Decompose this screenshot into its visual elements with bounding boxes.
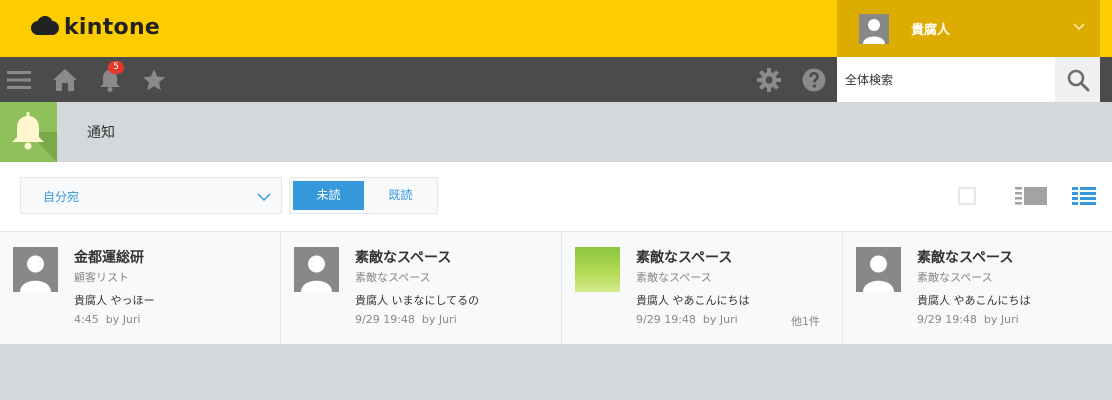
notification-meta: 4:45 by Juri xyxy=(74,313,141,326)
notification-time: 4:45 xyxy=(74,313,99,326)
user-avatar xyxy=(859,13,889,44)
filter-selected-value: 自分宛 xyxy=(43,190,80,204)
header-edge xyxy=(1100,0,1112,57)
notification-card[interactable]: 素敵なスペース 素敵なスペース 貴腐人 やあこんにちは 9/29 19:48 b… xyxy=(843,232,1112,344)
person-icon xyxy=(294,247,339,292)
notification-title: 素敵なスペース xyxy=(355,250,452,266)
person-icon xyxy=(856,247,901,292)
notification-meta: 9/29 19:48 by Juri xyxy=(917,313,1019,326)
star-icon[interactable] xyxy=(141,67,167,93)
top-header: kintone 貴腐人 xyxy=(0,0,1112,57)
notification-subtitle: 素敵なスペース xyxy=(636,271,712,284)
kintone-logo[interactable]: kintone xyxy=(30,13,160,41)
sender-avatar xyxy=(856,247,901,292)
recipient-filter-select[interactable]: 自分宛 xyxy=(20,177,282,214)
bell-icon xyxy=(12,112,57,162)
notification-meta: 9/29 19:48 by Juri xyxy=(636,313,738,326)
notification-message: 貴腐人 やあこんにちは xyxy=(917,294,1031,307)
notification-title: 金都運総研 xyxy=(74,250,144,266)
notification-subtitle: 素敵なスペース xyxy=(355,271,431,284)
page-title: 通知 xyxy=(87,125,115,141)
read-status-tabs: 未読 既読 xyxy=(289,177,438,214)
notification-title: 素敵なスペース xyxy=(636,250,733,266)
space-avatar xyxy=(575,247,620,292)
tab-unread[interactable]: 未読 xyxy=(293,181,364,210)
notification-count-badge: 5 xyxy=(108,61,124,74)
notification-title: 素敵なスペース xyxy=(917,250,1014,266)
notification-author: by Juri xyxy=(983,313,1019,326)
notification-message: 貴腐人 やあこんにちは xyxy=(636,294,750,307)
help-icon[interactable] xyxy=(801,67,827,93)
global-search-input[interactable] xyxy=(837,57,1055,102)
hamburger-menu-icon[interactable] xyxy=(6,67,32,93)
person-icon xyxy=(13,247,58,292)
list-view-icon[interactable] xyxy=(1072,186,1096,206)
chevron-down-icon[interactable] xyxy=(1072,20,1086,34)
notification-page-icon xyxy=(0,102,57,162)
chevron-down-icon xyxy=(257,193,271,202)
notification-subtitle: 顧客リスト xyxy=(74,271,129,284)
notification-card[interactable]: 素敵なスペース 素敵なスペース 貴腐人 やあこんにちは 9/29 19:48 b… xyxy=(562,232,843,344)
select-all-checkbox[interactable] xyxy=(958,187,976,205)
sender-avatar xyxy=(294,247,339,292)
user-menu[interactable]: 貴腐人 xyxy=(837,0,1100,57)
tab-read[interactable]: 既読 xyxy=(366,181,435,210)
notification-message: 貴腐人 いまなにしてるの xyxy=(355,294,480,307)
notification-message: 貴腐人 やっほー xyxy=(74,294,155,307)
home-icon[interactable] xyxy=(52,67,78,93)
notification-time: 9/29 19:48 xyxy=(636,313,696,326)
notification-author: by Juri xyxy=(105,313,141,326)
notification-card[interactable]: 金都運総研 顧客リスト 貴腐人 やっほー 4:45 by Juri xyxy=(0,232,281,344)
search-button[interactable] xyxy=(1055,57,1100,102)
notification-list: 金都運総研 顧客リスト 貴腐人 やっほー 4:45 by Juri 素敵なスペー… xyxy=(0,231,1112,344)
cloud-logo-icon xyxy=(31,16,59,35)
preview-view-icon[interactable] xyxy=(1015,186,1047,206)
page-header: 通知 xyxy=(0,102,1112,162)
notification-time: 9/29 19:48 xyxy=(917,313,977,326)
notification-subtitle: 素敵なスペース xyxy=(917,271,993,284)
notification-author: by Juri xyxy=(702,313,738,326)
gear-icon[interactable] xyxy=(756,67,782,93)
person-icon xyxy=(859,13,889,44)
notification-toolbar: 自分宛 未読 既読 xyxy=(0,162,1112,231)
search-icon xyxy=(1067,69,1089,91)
notification-time: 9/29 19:48 xyxy=(355,313,415,326)
notification-meta: 9/29 19:48 by Juri xyxy=(355,313,457,326)
notification-author: by Juri xyxy=(421,313,457,326)
sender-avatar xyxy=(13,247,58,292)
brand-name: kintone xyxy=(64,14,161,40)
notification-card[interactable]: 素敵なスペース 素敵なスペース 貴腐人 いまなにしてるの 9/29 19:48 … xyxy=(281,232,562,344)
more-count-link[interactable]: 他1件 xyxy=(791,313,820,329)
user-name: 貴腐人 xyxy=(911,23,951,38)
